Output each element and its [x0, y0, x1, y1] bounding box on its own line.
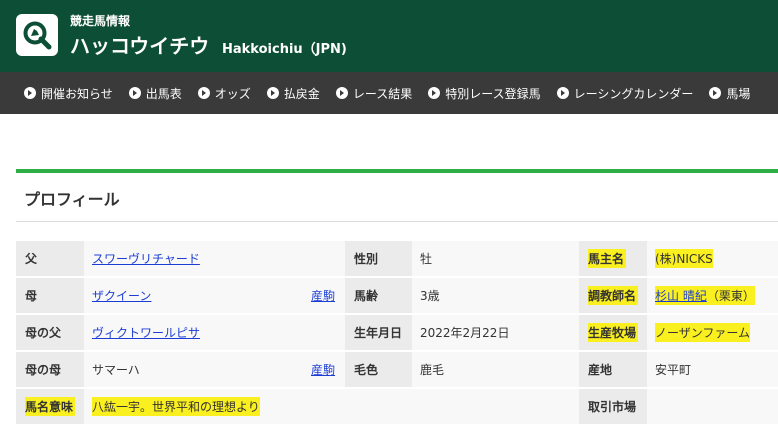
trainer-link[interactable]: 杉山 晴紀: [655, 289, 707, 303]
value-coat-color: 鹿毛: [412, 352, 579, 387]
nav-item-label: 開催お知らせ: [41, 86, 113, 101]
value-sire: スワーヴリチャード: [84, 241, 345, 276]
arrow-circle-icon: [266, 87, 279, 99]
arrow-circle-icon: [428, 87, 441, 99]
label-owner-text: 馬主名: [588, 249, 627, 268]
nav-item-race-results[interactable]: レース結果: [335, 85, 413, 102]
nav-item-odds[interactable]: オッズ: [197, 85, 251, 102]
label-second-dam: 母の母: [16, 352, 84, 387]
arrow-circle-icon: [556, 87, 569, 99]
main-nav: 開催お知らせ 出馬表 オッズ 払戻金 レース結果 特別レース登録馬 レーシングカ…: [0, 72, 778, 114]
nav-item-kaisai-info[interactable]: 開催お知らせ: [24, 85, 113, 102]
arrow-circle-icon: [709, 87, 722, 99]
arrow-circle-icon: [24, 87, 36, 99]
arrow-circle-icon: [128, 87, 141, 99]
label-coat-color: 毛色: [345, 352, 412, 387]
owner-text: (株)NICKS: [655, 249, 713, 268]
section-divider: [16, 221, 778, 222]
label-sire: 父: [16, 241, 84, 276]
value-birthdate: 2022年2月22日: [412, 315, 579, 350]
nav-item-label: 出馬表: [145, 86, 182, 101]
label-sale-market: 取引市場: [579, 389, 647, 424]
value-birthplace: 安平町: [647, 352, 778, 387]
value-breeder: ノーザンファーム: [647, 315, 778, 350]
value-name-meaning: 八紘一宇。世界平和の理想より: [84, 389, 579, 424]
logo[interactable]: [16, 14, 58, 56]
label-breeder-text: 生産牧場: [588, 323, 639, 342]
label-owner: 馬主名: [579, 241, 647, 276]
name-meaning-text: 八紘一宇。世界平和の理想より: [92, 397, 260, 416]
label-broodmare-sire: 母の父: [16, 315, 84, 350]
trainer-highlight: 杉山 晴紀（栗東）: [655, 286, 755, 305]
label-birthdate: 生年月日: [345, 315, 412, 350]
label-trainer: 調教師名: [579, 278, 647, 313]
nav-item-label: 特別レース登録馬: [445, 86, 541, 101]
value-sex: 牡: [412, 241, 579, 276]
label-sex: 性別: [345, 241, 412, 276]
nav-item-race-card[interactable]: 出馬表: [128, 85, 182, 102]
value-age: 3歳: [412, 278, 579, 313]
nav-item-racing-calendar[interactable]: レーシングカレンダー: [556, 85, 694, 102]
nav-item-payouts[interactable]: 払戻金: [266, 85, 320, 102]
label-dam: 母: [16, 278, 84, 313]
nav-item-label: 馬場: [726, 86, 751, 101]
site-header: 競走馬情報 ハッコウイチウ Hakkoichiu（JPN): [0, 0, 778, 72]
label-breeder: 生産牧場: [579, 315, 647, 350]
nav-item-label: レース結果: [352, 86, 413, 101]
nav-item-track[interactable]: 馬場: [709, 85, 750, 102]
dam-link[interactable]: ザクイーン: [92, 287, 151, 304]
label-name-meaning: 馬名意味: [16, 389, 84, 424]
nav-item-label: レーシングカレンダー: [573, 86, 694, 101]
value-owner: (株)NICKS: [647, 241, 778, 276]
label-birthplace: 産地: [579, 352, 647, 387]
value-broodmare-sire: ヴィクトワールピサ: [84, 315, 345, 350]
arrow-circle-icon: [197, 87, 210, 99]
value-sale-market: [647, 389, 778, 424]
breeder-text: ノーザンファーム: [655, 323, 751, 342]
second-dam-progeny-link[interactable]: 産駒: [311, 352, 335, 387]
horse-name-title: ハッコウイチウ: [70, 34, 210, 58]
section-title-profile: プロフィール: [24, 190, 120, 209]
value-dam: ザクイーン 産駒: [84, 278, 345, 313]
value-second-dam: サマーハ 産駒: [84, 352, 345, 387]
magnifier-horse-icon: [23, 21, 52, 50]
value-trainer: 杉山 晴紀（栗東）: [647, 278, 778, 313]
section-accent-rule: [16, 169, 778, 173]
sire-link[interactable]: スワーヴリチャード: [92, 250, 200, 267]
nav-item-special-entries[interactable]: 特別レース登録馬: [428, 85, 541, 102]
arrow-circle-icon: [335, 87, 348, 99]
nav-item-label: オッズ: [214, 86, 251, 101]
broodmare-sire-link[interactable]: ヴィクトワールピサ: [92, 324, 200, 341]
label-name-meaning-text: 馬名意味: [25, 397, 76, 416]
horse-name-english: Hakkoichiu（JPN): [222, 42, 347, 57]
site-label: 競走馬情報: [70, 14, 131, 28]
label-age: 馬齢: [345, 278, 412, 313]
trainer-affiliation: （栗東）: [706, 288, 755, 304]
label-trainer-text: 調教師名: [588, 286, 639, 305]
dam-progeny-link[interactable]: 産駒: [311, 278, 335, 313]
nav-item-label: 払戻金: [283, 86, 320, 101]
second-dam-text: サマーハ: [92, 363, 140, 377]
